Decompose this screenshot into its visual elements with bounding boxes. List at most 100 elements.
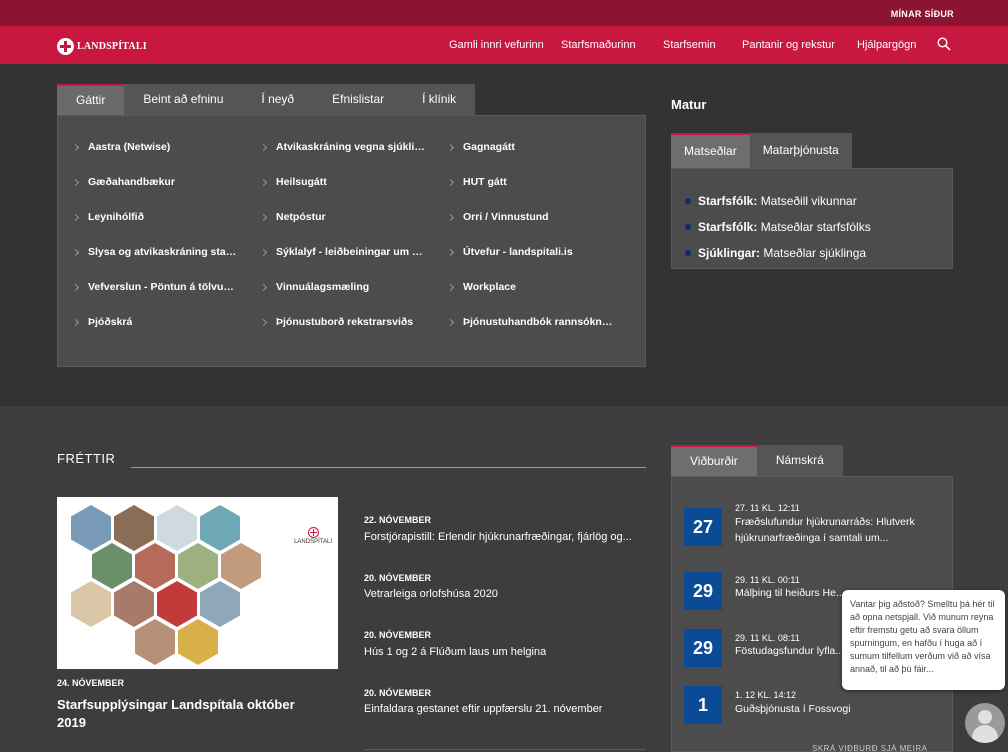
food-menu-link[interactable]: Starfsfólk: Matseðill vikunnar (698, 194, 857, 208)
food-panel: Starfsfólk: Matseðill vikunnar Starfsfól… (671, 168, 953, 269)
food-menu-link[interactable]: Starfsfólk: Matseðlar starfsfólks (698, 220, 871, 234)
featured-news-date: 24. NÓVEMBER (57, 678, 125, 688)
chevron-right-icon (259, 178, 268, 187)
photo-tile (200, 505, 240, 551)
chevron-right-icon (446, 143, 455, 152)
tab-food-service[interactable]: Matarþjónusta (749, 133, 852, 168)
landspitali-logo[interactable]: LANDSPÍTALI (57, 38, 147, 55)
event-day-badge: 27 (684, 508, 722, 546)
tab-gateways[interactable]: Gáttir (57, 84, 125, 115)
gateway-link[interactable]: Þjóðskrá (88, 316, 132, 328)
gateway-link[interactable]: HUT gátt (463, 176, 507, 188)
tab-menus[interactable]: Matseðlar (671, 133, 750, 168)
gateway-link[interactable]: Netpóstur (276, 211, 326, 223)
photo-tile (178, 543, 218, 589)
gateway-link[interactable]: Þjónustuborð rekstrarsviðs (276, 316, 413, 328)
tab-clinic[interactable]: Í klínik (403, 84, 475, 115)
gateway-link[interactable]: Slysa og atvikaskráning starfsmanna (88, 246, 238, 258)
event-day-badge: 29 (684, 572, 722, 610)
chevron-right-icon (446, 213, 455, 222)
gateway-link[interactable]: Vefverslun - Pöntun á tölvubúnaði (88, 281, 235, 293)
gateway-link[interactable]: Útvefur - landspitali.is (463, 246, 573, 258)
news-heading: FRÉTTIR (57, 451, 116, 466)
news-title[interactable]: Forstjórapistill: Erlendir hjúkrunarfræð… (364, 531, 632, 543)
gateway-link[interactable]: Leynihólfið (88, 211, 144, 223)
chevron-right-icon (259, 143, 268, 152)
food-title: Matur (671, 97, 707, 112)
bullet-icon (685, 224, 691, 230)
tab-content-lists[interactable]: Efnislistar (313, 84, 403, 115)
news-title[interactable]: Einfaldara gestanet eftir uppfærslu 21. … (364, 703, 602, 715)
user-avatar-icon (978, 710, 992, 724)
divider (131, 467, 646, 468)
event-time: 27. 11 KL. 12:11 (735, 503, 800, 513)
my-pages-link[interactable]: MÍNAR SÍÐUR (891, 9, 954, 19)
news-date: 22. NÓVEMBER (364, 515, 432, 525)
events-footer-links[interactable]: SKRÁ VIÐBURÐ SJÁ MEIRA (812, 744, 927, 752)
event-title[interactable]: Fræðslufundur hjúkrunarráðs: Hlutverk hj… (735, 514, 940, 546)
news-date: 20. NÓVEMBER (364, 688, 432, 698)
news-title[interactable]: Vetrarleiga orlofshúsa 2020 (364, 588, 498, 600)
chat-prompt-bubble[interactable]: Vantar þig aðstoð? Smelltu þá hér til að… (842, 590, 1005, 690)
chat-avatar-button[interactable] (965, 703, 1005, 743)
divider (364, 749, 646, 750)
nav-item-orders[interactable]: Pantanir og rekstur (742, 39, 835, 51)
tab-direct-content[interactable]: Beint að efninu (124, 84, 242, 115)
chevron-right-icon (259, 283, 268, 292)
chevron-right-icon (71, 178, 80, 187)
chevron-right-icon (259, 213, 268, 222)
photo-tile (114, 505, 154, 551)
photo-tile (92, 543, 132, 589)
chevron-right-icon (446, 283, 455, 292)
gateway-link[interactable]: Gagnagátt (463, 141, 515, 153)
gateway-link[interactable]: Workplace (463, 281, 516, 293)
main-navbar: LANDSPÍTALI Gamli innri vefurinn Starfsm… (0, 26, 1008, 64)
photo-tile (71, 505, 111, 551)
nav-item-employee[interactable]: Starfsmaðurinn (561, 39, 636, 51)
nav-item-operations[interactable]: Starfsemin (663, 39, 716, 51)
cross-logo-icon (57, 38, 74, 55)
gateway-tabs: Gáttir Beint að efninu Í neyð Efnislista… (57, 84, 476, 115)
photo-tile (200, 581, 240, 627)
event-time: 1. 12 KL. 14:12 (735, 690, 797, 700)
tab-courses[interactable]: Námskrá (756, 445, 843, 476)
news-date: 20. NÓVEMBER (364, 573, 432, 583)
chevron-right-icon (71, 318, 80, 327)
chevron-right-icon (71, 213, 80, 222)
chevron-right-icon (259, 318, 268, 327)
event-time: 29. 11 KL. 08:11 (735, 633, 800, 643)
featured-news-image[interactable]: LANDSPÍTALI (57, 497, 338, 669)
event-title[interactable]: Guðsþjónusta í Fossvogi (735, 701, 940, 717)
search-icon[interactable] (937, 37, 951, 51)
food-tabs: Matseðlar Matarþjónusta (671, 133, 852, 168)
gateway-link[interactable]: Gæðahandbækur (88, 176, 175, 188)
tab-events[interactable]: Viðburðir (671, 445, 757, 476)
logo-text: LANDSPÍTALI (77, 41, 147, 52)
photo-tile (157, 581, 197, 627)
bullet-icon (685, 250, 691, 256)
gateway-link[interactable]: Vinnuálagsmæling (276, 281, 369, 293)
gateway-link[interactable]: Heilsugátt (276, 176, 327, 188)
gateway-link[interactable]: Þjónustuhandbók rannsóknarsviðs (463, 316, 613, 328)
photo-tile (135, 619, 175, 665)
gateway-link[interactable]: Orri / Vinnustund (463, 211, 549, 223)
chevron-right-icon (71, 248, 80, 257)
photo-tile (71, 581, 111, 627)
food-menu-link[interactable]: Sjúklingar: Matseðlar sjúklinga (698, 246, 866, 260)
photo-tile (157, 505, 197, 551)
gateway-link[interactable]: Atvikaskráning vegna sjúklinga (276, 141, 426, 153)
nav-item-old-intranet[interactable]: Gamli innri vefurinn (449, 39, 544, 51)
gateway-link[interactable]: Sýklalyf - leiðbeiningar um notkun (276, 246, 424, 258)
nav-item-resources[interactable]: Hjálpargögn (857, 39, 916, 51)
featured-news-title[interactable]: Starfsupplýsingar Landspítala október 20… (57, 696, 327, 732)
news-title[interactable]: Hús 1 og 2 á Flúðum laus um helgina (364, 646, 546, 658)
event-time: 29. 11 KL. 00:11 (735, 575, 800, 585)
gateway-link[interactable]: Aastra (Netwise) (88, 141, 170, 153)
gateway-links-panel: Aastra (Netwise) Atvikaskráning vegna sj… (57, 115, 646, 367)
photo-tile (114, 581, 154, 627)
tab-emergency[interactable]: Í neyð (242, 84, 313, 115)
photo-tile (178, 619, 218, 665)
event-day-badge: 1 (684, 686, 722, 724)
chevron-right-icon (446, 178, 455, 187)
chevron-right-icon (71, 143, 80, 152)
